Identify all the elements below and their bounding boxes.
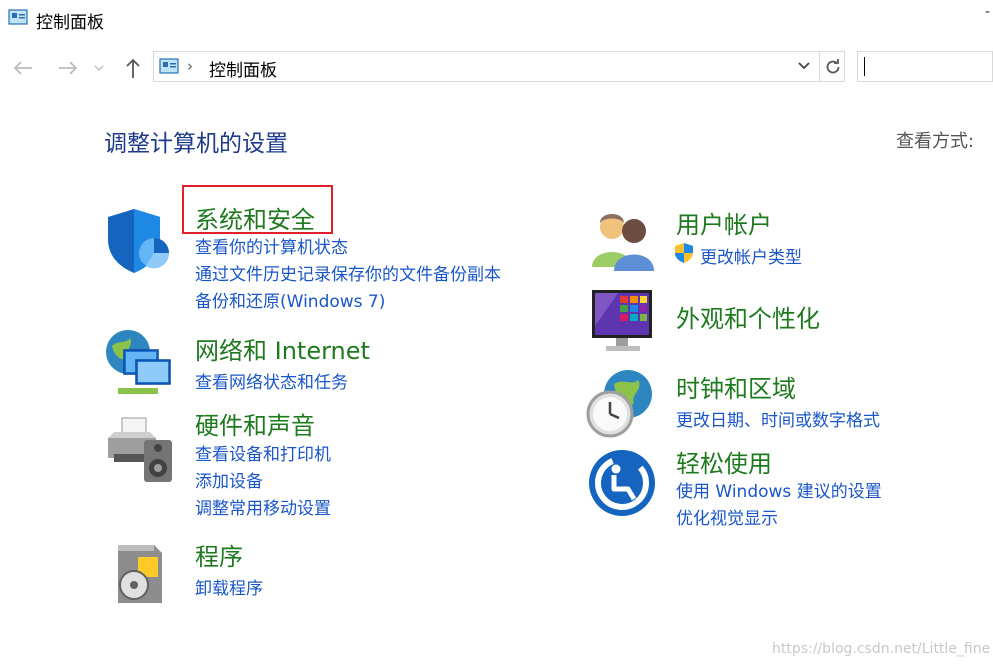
breadcrumb-separator-icon[interactable]: ›	[187, 57, 193, 75]
search-input[interactable]	[857, 51, 993, 82]
link-mobility-settings[interactable]: 调整常用移动设置	[195, 494, 331, 519]
link-file-history-backup[interactable]: 通过文件历史记录保存你的文件备份副本	[195, 260, 501, 285]
link-change-account-type[interactable]: 更改帐户类型	[700, 243, 802, 268]
category-appearance[interactable]: 外观和个性化	[676, 299, 820, 334]
network-globe-icon[interactable]	[104, 326, 176, 398]
back-arrow-icon	[13, 61, 32, 75]
window-control-dash[interactable]: -	[985, 4, 990, 20]
link-uninstall-program[interactable]: 卸载程序	[195, 574, 263, 599]
window-title: 控制面板	[36, 13, 104, 33]
users-icon[interactable]	[588, 205, 660, 277]
category-user-accounts[interactable]: 用户帐户	[676, 205, 772, 240]
breadcrumb[interactable]: 控制面板	[209, 56, 277, 81]
up-arrow-icon	[126, 58, 140, 78]
link-windows-recommended-settings[interactable]: 使用 Windows 建议的设置	[676, 477, 882, 502]
forward-button[interactable]	[55, 54, 81, 82]
address-bar[interactable]: › 控制面板	[153, 51, 845, 82]
category-system-security[interactable]: 系统和安全	[195, 200, 315, 235]
ease-of-access-icon[interactable]	[588, 449, 660, 521]
refresh-button[interactable]	[819, 52, 846, 81]
refresh-icon	[826, 58, 840, 73]
control-panel-icon	[159, 58, 179, 74]
uac-shield-icon	[675, 243, 693, 263]
category-clock-region[interactable]: 时钟和区域	[676, 369, 796, 404]
link-backup-restore[interactable]: 备份和还原(Windows 7)	[195, 287, 385, 312]
clock-globe-icon[interactable]	[584, 368, 656, 440]
address-dropdown-icon[interactable]	[797, 56, 811, 80]
shield-icon[interactable]	[104, 205, 176, 277]
page-title: 调整计算机的设置	[104, 131, 288, 157]
watermark: https://blog.csdn.net/Little_fine	[772, 641, 991, 657]
back-button[interactable]	[10, 54, 36, 82]
link-optimize-visual-display[interactable]: 优化视觉显示	[676, 504, 778, 529]
link-view-computer-status[interactable]: 查看你的计算机状态	[195, 233, 348, 258]
link-change-date-time-format[interactable]: 更改日期、时间或数字格式	[676, 406, 880, 431]
category-network-internet[interactable]: 网络和 Internet	[195, 331, 370, 366]
printer-speaker-icon[interactable]	[104, 414, 176, 486]
forward-arrow-icon	[59, 61, 78, 75]
up-button[interactable]	[120, 54, 146, 82]
recent-locations-button[interactable]	[90, 54, 108, 82]
programs-disc-icon[interactable]	[104, 535, 176, 607]
link-devices-printers[interactable]: 查看设备和打印机	[195, 440, 331, 465]
link-add-device[interactable]: 添加设备	[195, 467, 263, 492]
control-panel-icon	[8, 9, 28, 25]
category-programs[interactable]: 程序	[195, 537, 243, 572]
view-by-label: 查看方式:	[896, 131, 975, 152]
appearance-monitor-icon[interactable]	[588, 286, 660, 358]
category-hardware-sound[interactable]: 硬件和声音	[195, 406, 315, 441]
chevron-down-icon	[94, 65, 104, 72]
text-caret	[864, 57, 865, 76]
link-network-status[interactable]: 查看网络状态和任务	[195, 368, 348, 393]
category-ease-of-access[interactable]: 轻松使用	[676, 444, 772, 479]
